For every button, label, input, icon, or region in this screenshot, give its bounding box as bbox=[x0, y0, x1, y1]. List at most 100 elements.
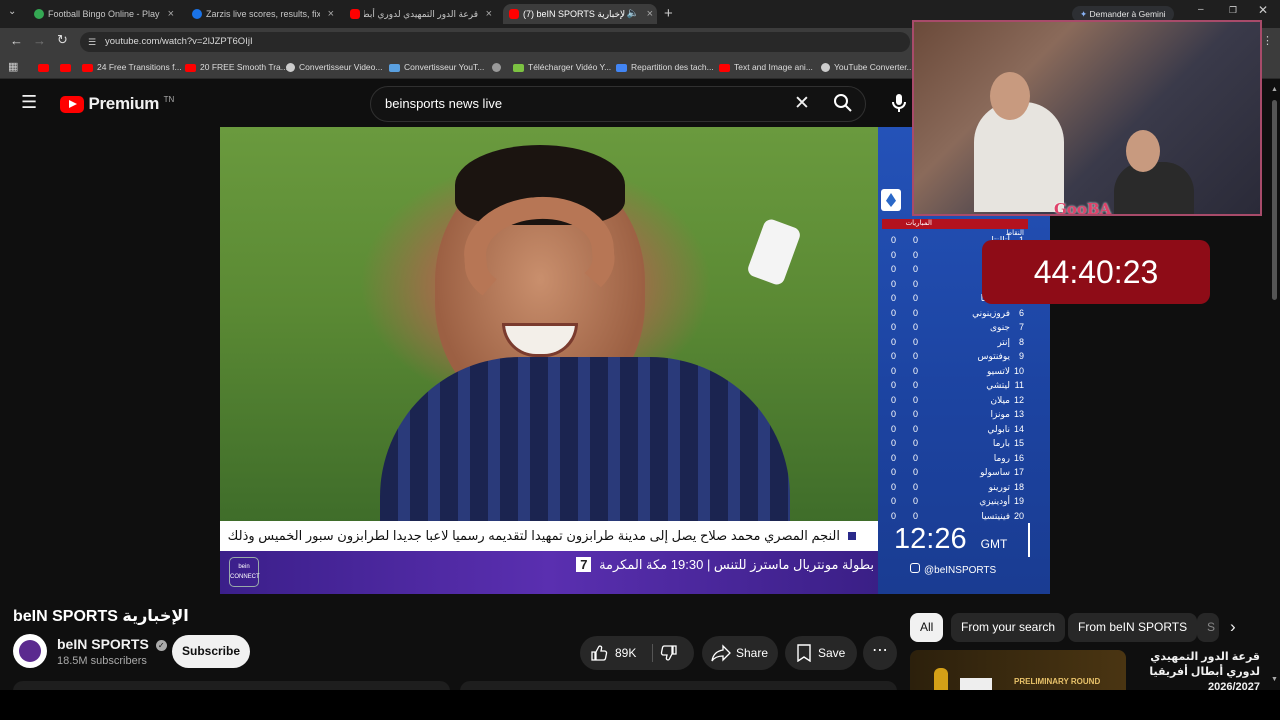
search-input[interactable]: beinsports news live bbox=[385, 87, 502, 121]
bookmark-item[interactable]: Convertisseur YouT... bbox=[389, 56, 484, 78]
close-icon[interactable]: × bbox=[328, 4, 334, 24]
search-box[interactable]: beinsports news live ✕ bbox=[370, 86, 866, 122]
schedule-bar: bein CONNECT بطولة مونتريال ماسترز للتنس … bbox=[220, 551, 878, 594]
save-button[interactable]: Save bbox=[785, 636, 857, 670]
team-name: نابولي bbox=[987, 423, 1010, 434]
webcam-overlay: GooBA bbox=[912, 20, 1262, 216]
related-thumbnail[interactable]: PRELIMINARY ROUND bbox=[910, 650, 1126, 690]
page-scrollbar[interactable]: ▲ ▼ bbox=[1270, 86, 1278, 686]
team-rank: 8 bbox=[1018, 336, 1024, 347]
clock-divider bbox=[1028, 523, 1030, 557]
standings-row: 0 0 لاتسيو 10 bbox=[878, 364, 1050, 378]
globe-icon bbox=[821, 63, 830, 73]
microphone-icon[interactable] bbox=[890, 92, 908, 114]
channel-name[interactable]: beIN SPORTS ✓ bbox=[57, 636, 167, 652]
standings-row: 0 0 ساسولو 17 bbox=[878, 465, 1050, 479]
tab-football-bingo[interactable]: Football Bingo Online - Play No × bbox=[28, 4, 178, 24]
profile-icon[interactable]: ⋮ bbox=[1262, 34, 1273, 47]
scroll-up-icon[interactable]: ▲ bbox=[1271, 86, 1278, 93]
maximize-button[interactable]: ❐ bbox=[1229, 5, 1237, 16]
like-button[interactable]: 89K bbox=[590, 636, 648, 670]
subscribe-button[interactable]: Subscribe bbox=[172, 635, 250, 668]
standings-row: 0 0 يوفنتوس 9 bbox=[878, 349, 1050, 363]
chip-from-your-search[interactable]: From your search bbox=[951, 613, 1066, 642]
clock-time: 12:26 bbox=[894, 523, 967, 555]
bookmark-item[interactable]: 24 Free Transitions f... bbox=[82, 56, 182, 78]
bookmark-item[interactable] bbox=[38, 56, 53, 78]
youtube-logo[interactable]: Premium TN bbox=[60, 94, 174, 114]
like-dislike-group: 89K bbox=[580, 636, 694, 670]
bookmark-item[interactable]: YouTube Converter... bbox=[821, 56, 914, 78]
bookmark-item[interactable]: Convertisseur Video... bbox=[286, 56, 382, 78]
youtube-favicon-icon bbox=[350, 9, 360, 19]
apps-grid-icon[interactable]: ▦ bbox=[8, 60, 18, 73]
standings-row: 0 0 جنوى 7 bbox=[878, 320, 1050, 334]
close-icon[interactable]: × bbox=[168, 4, 174, 24]
close-icon[interactable]: × bbox=[647, 4, 653, 24]
schedule-line: بطولة مونتريال ماسترز للتنس | 19:30 مكة … bbox=[576, 557, 874, 573]
save-label: Save bbox=[818, 646, 846, 660]
bookmark-item[interactable] bbox=[492, 56, 505, 78]
like-divider bbox=[652, 644, 653, 662]
team-name: ساسولو bbox=[980, 467, 1010, 477]
tab-caf-draw[interactable]: قرعة الدور التمهيدي لدوري أبطال (7) × bbox=[344, 4, 496, 24]
bookmark-item[interactable]: Repartition des tach... bbox=[616, 56, 714, 78]
dislike-button[interactable] bbox=[660, 644, 678, 662]
team-points: 0 bbox=[891, 365, 897, 376]
new-tab-button[interactable]: + bbox=[664, 4, 673, 24]
tab-title: قرعة الدور التمهيدي لدوري أبطال (7) bbox=[364, 9, 478, 19]
team-name: فروزينوني bbox=[972, 307, 1010, 318]
thumbs-down-icon bbox=[660, 645, 677, 661]
matches-played: 0 bbox=[913, 481, 919, 492]
youtube-icon bbox=[185, 63, 196, 72]
tab-search-chevron-icon[interactable]: ⌄ bbox=[8, 6, 16, 17]
matches-played: 0 bbox=[913, 394, 919, 405]
bookmark-item[interactable]: Télécharger Vidéo Y... bbox=[513, 56, 611, 78]
speaker-icon[interactable]: 🔈 bbox=[627, 4, 639, 24]
minimize-button[interactable]: – bbox=[1198, 4, 1204, 15]
address-bar[interactable]: ☰ youtube.com/watch?v=2lJZPT6OIjI bbox=[80, 32, 910, 52]
bookmark-item[interactable] bbox=[60, 56, 75, 78]
reload-icon[interactable]: ↻ bbox=[57, 32, 68, 48]
site-info-icon[interactable]: ☰ bbox=[88, 32, 96, 52]
close-icon[interactable]: × bbox=[486, 4, 492, 24]
tab-bein-sports[interactable]: (7) beIN SPORTS الإخبارية - Y 🔈 × bbox=[503, 4, 657, 24]
streamer-left bbox=[974, 102, 1064, 212]
chip-more[interactable]: S bbox=[1197, 613, 1219, 642]
more-actions-button[interactable]: ⋯ bbox=[863, 636, 897, 670]
standings-header: المباريات النقاط bbox=[882, 219, 1028, 237]
bookmark-label: YouTube Converter... bbox=[834, 62, 914, 72]
chevron-right-icon[interactable]: › bbox=[1230, 617, 1236, 637]
team-points: 0 bbox=[891, 481, 897, 492]
matches-played: 0 bbox=[913, 322, 919, 332]
share-button[interactable]: Share bbox=[702, 636, 778, 670]
chip-all[interactable]: All bbox=[910, 613, 944, 642]
team-rank: 7 bbox=[1018, 322, 1024, 332]
chip-from-bein-sports[interactable]: From beIN SPORTS bbox=[1068, 613, 1198, 642]
team-rank: 6 bbox=[1018, 307, 1024, 318]
subscriber-count: 18.5M subscribers bbox=[57, 655, 147, 667]
matches-played: 0 bbox=[913, 351, 919, 361]
related-video-title[interactable]: قرعة الدور التمهيدي لدوري أبطال أفريقيا … bbox=[1130, 650, 1260, 695]
bookmark-item[interactable]: 20 FREE Smooth Tra... bbox=[185, 56, 288, 78]
scroll-thumb[interactable] bbox=[1272, 100, 1277, 300]
forward-icon[interactable]: → bbox=[33, 33, 46, 48]
bookmark-label: Text and Image ani... bbox=[734, 62, 813, 72]
back-icon[interactable]: ← bbox=[10, 33, 23, 48]
clear-search-icon[interactable]: ✕ bbox=[794, 92, 810, 115]
bookmark-item[interactable]: Text and Image ani... bbox=[719, 56, 813, 78]
video-title: beIN SPORTS الإخبارية bbox=[13, 608, 189, 625]
youtube-icon bbox=[82, 63, 93, 72]
tab-zarzis[interactable]: Zarzis live scores, results, fixtures × bbox=[186, 4, 338, 24]
scroll-down-icon[interactable]: ▼ bbox=[1271, 676, 1278, 683]
matches-played: 0 bbox=[913, 438, 919, 448]
team-points: 0 bbox=[891, 409, 897, 419]
channel-avatar[interactable] bbox=[13, 634, 47, 668]
streamer-left-head bbox=[990, 72, 1030, 120]
close-window-button[interactable]: ✕ bbox=[1258, 3, 1268, 17]
video-frame[interactable] bbox=[220, 127, 878, 527]
team-points: 0 bbox=[891, 336, 897, 347]
search-icon[interactable] bbox=[833, 93, 853, 113]
countdown-timer: 44:40:23 bbox=[982, 240, 1210, 304]
hamburger-menu-icon[interactable]: ☰ bbox=[21, 92, 37, 112]
